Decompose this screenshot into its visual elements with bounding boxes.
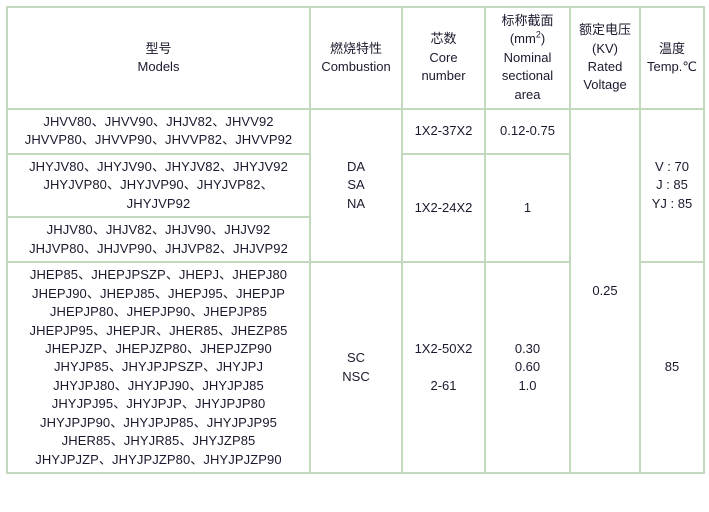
- header-voltage-en1: Rated: [587, 59, 623, 74]
- area-cell-row1: 0.12-0.75: [485, 109, 570, 154]
- area-value: 1.0: [518, 377, 537, 393]
- model-line: JHYJPJ95、JHYJPJP、JHYJPJP80: [51, 396, 266, 412]
- model-line: JHJV80、JHJV82、JHJV90、JHJV92: [46, 222, 271, 238]
- model-line: JHVVP80、JHVVP90、JHVVP82、JHVVP92: [24, 132, 293, 148]
- model-line: JHYJPJZP、JHYJPJZP80、JHYJPJZP90: [35, 451, 282, 467]
- model-line: JHYJVP92: [126, 195, 191, 211]
- models-cell-row4: JHEP85、JHEPJPSZP、JHEPJ、JHEPJ80 JHEPJ90、J…: [7, 262, 310, 474]
- temp-yj: YJ : 85: [651, 195, 693, 211]
- table-row: JHVV80、JHVV90、JHJV82、JHVV92 JHVVP80、JHVV…: [7, 109, 704, 474]
- header-nominal-sectional-area: 标称截面 (mm2) Nominal sectional area: [485, 7, 570, 109]
- header-rated-voltage: 额定电压 (KV) Rated Voltage: [570, 7, 640, 109]
- header-models-zh: 型号: [145, 40, 172, 56]
- model-line: JHER85、JHYJR85、JHYJZP85: [61, 433, 256, 449]
- header-area-unit-post: ): [540, 31, 546, 47]
- temp-v: V : 70: [655, 158, 689, 174]
- model-line: JHYJVP80、JHYJVP90、JHYJVP82、: [43, 177, 274, 193]
- model-line: JHEPJP95、JHEPJR、JHER85、JHEZP85: [29, 322, 288, 338]
- combustion-cell-bottom: SC NSC: [310, 262, 402, 474]
- models-cell-row2: JHYJV80、JHYJV90、JHYJV82、JHYJV92 JHYJVP80…: [7, 153, 310, 218]
- core-range-primary: 1X2-50X2: [414, 341, 473, 357]
- model-line: JHEP85、JHEPJPSZP、JHEPJ、JHEPJ80: [29, 267, 288, 283]
- core-number-cell-row2: 1X2-24X2: [402, 153, 485, 263]
- model-line: JHYJPJ80、JHYJPJ90、JHYJPJ85: [53, 377, 264, 393]
- model-line: JHYJPJP90、JHYJPJP85、JHYJPJP95: [40, 414, 277, 430]
- combustion-sc: SC: [346, 350, 366, 366]
- area-value: 0.60: [514, 359, 541, 375]
- header-combustion-en: Combustion: [321, 59, 391, 74]
- model-line: JHYJV80、JHYJV90、JHYJV82、JHYJV92: [29, 158, 288, 174]
- combustion-nsc: NSC: [342, 368, 370, 384]
- core-number-cell-row1: 1X2-37X2: [402, 109, 485, 154]
- header-temp-zh: 温度: [658, 40, 685, 56]
- core-range-secondary: 2-61: [430, 377, 457, 393]
- cable-specification-table: 型号 Models 燃烧特性 Combustion 芯数 Core number…: [6, 6, 705, 475]
- header-core-en1: Core: [429, 49, 458, 65]
- header-combustion-zh: 燃烧特性: [329, 40, 382, 56]
- core-number-cell-row4: 1X2-50X2 2-61: [402, 262, 485, 474]
- header-temperature: 温度 Temp.℃: [640, 7, 704, 109]
- header-core-zh: 芯数: [430, 31, 457, 47]
- model-line: JHEPJ90、JHEPJ85、JHEPJ95、JHEPJP: [32, 285, 285, 301]
- header-area-en3: area: [514, 86, 541, 102]
- combustion-da: DA: [346, 158, 366, 174]
- model-line: JHEPJZP、JHEPJZP80、JHEPJZP90: [45, 340, 272, 356]
- header-temp-en: Temp.℃: [646, 59, 697, 74]
- area-cell-row4: 0.30 0.60 1.0: [485, 262, 570, 474]
- header-models-en: Models: [137, 59, 180, 74]
- combustion-cell-top: DA SA NA: [310, 109, 402, 263]
- temp-j: J : 85: [656, 177, 688, 193]
- model-line: JHEPJP80、JHEPJP90、JHEPJP85: [49, 304, 268, 320]
- header-voltage-unit: (KV): [592, 40, 618, 56]
- combustion-na: NA: [346, 195, 366, 211]
- table-header: 型号 Models 燃烧特性 Combustion 芯数 Core number…: [7, 7, 704, 109]
- header-voltage-zh: 额定电压: [578, 22, 631, 38]
- header-row: 型号 Models 燃烧特性 Combustion 芯数 Core number…: [7, 7, 704, 109]
- temperature-cell-top: V : 70 J : 85 YJ : 85: [640, 109, 704, 263]
- rated-voltage-cell: 0.25: [570, 109, 640, 474]
- model-line: JHVV80、JHVV90、JHJV82、JHVV92: [43, 114, 274, 129]
- model-line: JHYJP85、JHYJPJPSZP、JHYJPJ: [53, 359, 264, 375]
- header-area-unit-pre: (mm: [509, 31, 536, 47]
- models-cell-row3: JHJV80、JHJV82、JHJV90、JHJV92 JHJVP80、JHJV…: [7, 217, 310, 263]
- header-models: 型号 Models: [7, 7, 310, 109]
- temperature-cell-bottom: 85: [640, 262, 704, 474]
- table-body: JHVV80、JHVV90、JHJV82、JHVV92 JHVVP80、JHVV…: [7, 109, 704, 474]
- header-core-en2: number: [421, 68, 466, 84]
- header-voltage-en2: Voltage: [583, 77, 627, 93]
- model-line: JHJVP80、JHJVP90、JHJVP82、JHJVP92: [29, 240, 288, 256]
- area-value: 0.30: [514, 340, 541, 356]
- models-cell-row1: JHVV80、JHVV90、JHJV82、JHVV92 JHVVP80、JHVV…: [7, 109, 310, 154]
- combustion-sa: SA: [347, 177, 365, 193]
- header-area-en1: Nominal: [503, 49, 552, 65]
- header-area-zh: 标称截面: [501, 12, 554, 28]
- header-core-number: 芯数 Core number: [402, 7, 485, 109]
- header-area-en2: sectional: [501, 68, 554, 84]
- header-area-unit: (mm2): [490, 30, 565, 48]
- header-combustion: 燃烧特性 Combustion: [310, 7, 402, 109]
- area-cell-row2: 1: [485, 153, 570, 263]
